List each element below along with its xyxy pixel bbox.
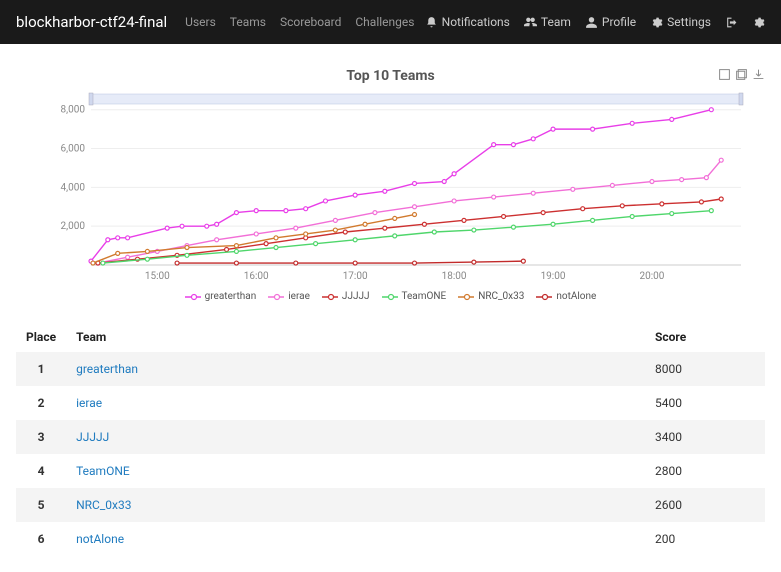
- cell-place: 4: [16, 454, 66, 488]
- legend-label: notAlone: [556, 291, 596, 302]
- col-score: Score: [645, 322, 765, 352]
- chart-container: Top 10 Teams 2,000 4,000 6,000 8,000 15:00 16…: [16, 68, 765, 302]
- legend-item[interactable]: notAlone: [536, 291, 596, 302]
- svg-text:20:00: 20:00: [639, 271, 664, 282]
- nav-links-right: Notifications Team Profile Settings: [425, 15, 765, 29]
- cell-team: greaterthan: [66, 352, 645, 386]
- nav-challenges[interactable]: Challenges: [355, 15, 414, 29]
- cell-score: 5400: [645, 386, 765, 420]
- legend-item[interactable]: ierae: [268, 291, 310, 302]
- svg-text:4,000: 4,000: [60, 182, 85, 193]
- svg-text:15:00: 15:00: [144, 271, 169, 282]
- legend-label: greaterthan: [205, 291, 257, 302]
- navbar: blockharbor-ctf24-final Users Teams Scor…: [0, 0, 781, 44]
- legend-item[interactable]: TeamONE: [382, 291, 447, 302]
- svg-text:19:00: 19:00: [540, 271, 565, 282]
- table-row: 1 greaterthan 8000: [16, 352, 765, 386]
- user-icon: [585, 16, 598, 29]
- chart-toolbox: [718, 68, 765, 81]
- cell-place: 2: [16, 386, 66, 420]
- cell-place: 5: [16, 488, 66, 522]
- table-row: 5 NRC_0x33 2600: [16, 488, 765, 522]
- legend-item[interactable]: JJJJJ: [322, 291, 370, 302]
- cell-score: 2800: [645, 454, 765, 488]
- nav-teams[interactable]: Teams: [230, 15, 266, 29]
- zoom-reset-icon[interactable]: [718, 68, 731, 81]
- nav-links-left: Users Teams Scoreboard Challenges: [185, 15, 424, 29]
- legend-item[interactable]: greaterthan: [185, 291, 257, 302]
- cell-team: TeamONE: [66, 454, 645, 488]
- chart-title: Top 10 Teams: [16, 68, 765, 84]
- scores-chart[interactable]: 2,000 4,000 6,000 8,000 15:00 16:00 17:00 18:00…: [31, 90, 751, 285]
- nav-team[interactable]: Team: [524, 15, 571, 29]
- col-place: Place: [16, 322, 66, 352]
- legend-item[interactable]: NRC_0x33: [458, 291, 524, 302]
- restore-icon[interactable]: [735, 68, 748, 81]
- cell-score: 3400: [645, 420, 765, 454]
- cell-score: 8000: [645, 352, 765, 386]
- nav-logout[interactable]: [725, 16, 738, 29]
- download-icon[interactable]: [752, 68, 765, 81]
- table-row: 3 JJJJJ 3400: [16, 420, 765, 454]
- legend-label: ierae: [288, 291, 310, 302]
- nav-admin[interactable]: [752, 16, 765, 29]
- bell-icon: [425, 16, 438, 29]
- nav-scoreboard[interactable]: Scoreboard: [280, 15, 341, 29]
- team-icon: [524, 16, 537, 29]
- gear-icon: [650, 16, 663, 29]
- team-link[interactable]: notAlone: [76, 532, 124, 546]
- cell-score: 2600: [645, 488, 765, 522]
- svg-text:8,000: 8,000: [60, 105, 85, 116]
- table-row: 4 TeamONE 2800: [16, 454, 765, 488]
- nav-notifications[interactable]: Notifications: [425, 15, 510, 29]
- cell-team: JJJJJ: [66, 420, 645, 454]
- svg-text:17:00: 17:00: [342, 271, 367, 282]
- chart-legend: greaterthan ierae JJJJJ TeamONE NRC_0x33 notA…: [16, 291, 765, 302]
- team-link[interactable]: NRC_0x33: [76, 498, 131, 512]
- team-link[interactable]: ierae: [76, 396, 102, 410]
- nav-settings[interactable]: Settings: [650, 15, 711, 29]
- svg-text:18:00: 18:00: [441, 271, 466, 282]
- cell-team: ierae: [66, 386, 645, 420]
- cell-place: 3: [16, 420, 66, 454]
- table-row: 2 ierae 5400: [16, 386, 765, 420]
- legend-label: NRC_0x33: [478, 291, 524, 302]
- main-content: Top 10 Teams 2,000 4,000 6,000 8,000 15:00 16…: [0, 44, 781, 572]
- team-link[interactable]: greaterthan: [76, 362, 138, 376]
- cell-team: NRC_0x33: [66, 488, 645, 522]
- team-link[interactable]: TeamONE: [76, 464, 130, 478]
- brand[interactable]: blockharbor-ctf24-final: [16, 13, 167, 31]
- logout-icon: [725, 16, 738, 29]
- team-link[interactable]: JJJJJ: [76, 430, 109, 444]
- legend-label: TeamONE: [402, 291, 447, 302]
- legend-label: JJJJJ: [342, 291, 370, 302]
- col-team: Team: [66, 322, 645, 352]
- cell-place: 1: [16, 352, 66, 386]
- nav-users[interactable]: Users: [185, 15, 216, 29]
- svg-text:2,000: 2,000: [60, 221, 85, 232]
- cog-icon: [752, 16, 765, 29]
- svg-text:6,000: 6,000: [60, 144, 85, 155]
- svg-text:16:00: 16:00: [243, 271, 268, 282]
- nav-profile[interactable]: Profile: [585, 15, 636, 29]
- scoreboard-table: Place Team Score 1 greaterthan 80002 ier…: [16, 322, 765, 556]
